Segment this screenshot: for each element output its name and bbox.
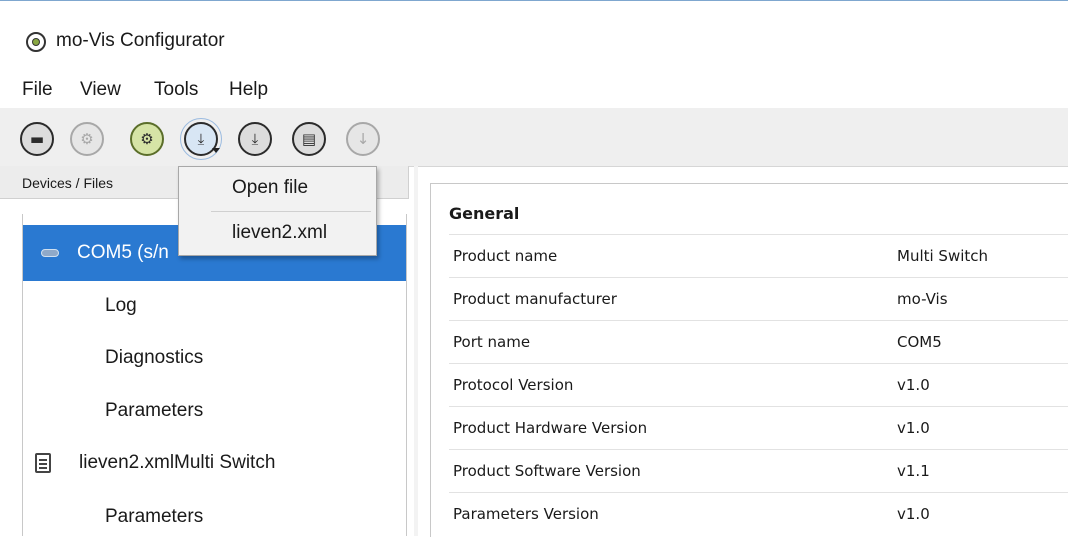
- firmware-icon: ⚙: [80, 130, 94, 148]
- gears-icon: ⚙: [140, 130, 154, 148]
- menu-view[interactable]: View: [80, 79, 121, 101]
- write-button[interactable]: ↓: [346, 122, 380, 156]
- tree-item-label: COM5 (s/n: [77, 242, 169, 263]
- document-icon: ▤: [301, 130, 317, 148]
- details-panel: General Product name Multi Switch Produc…: [430, 183, 1068, 537]
- gear-icon: [26, 32, 46, 52]
- menu-item-label: Open file: [232, 177, 309, 198]
- property-value: v1.0: [897, 505, 930, 523]
- tree-item-label: Parameters: [105, 506, 204, 527]
- file-icon: [35, 453, 51, 473]
- folder-open-icon: ▬: [29, 130, 45, 148]
- download-filter-button[interactable]: ⤓: [238, 122, 272, 156]
- menu-bar: File View Tools Help: [0, 70, 1068, 108]
- table-row: Protocol Version v1.0: [449, 363, 1068, 407]
- toolbar: ▬ ⚙ ⚙ ⤓ ⤓ ▤ ↓: [0, 108, 1068, 167]
- section-title: General: [449, 204, 520, 223]
- arrow-down-icon: ↓: [356, 130, 370, 148]
- property-name: Port name: [453, 333, 531, 351]
- table-row: Product name Multi Switch: [449, 234, 1068, 278]
- firmware-button[interactable]: ⚙: [70, 122, 104, 156]
- property-value: mo-Vis: [897, 290, 948, 308]
- table-row: Product Software Version v1.1: [449, 449, 1068, 493]
- tree-item-label: Diagnostics: [105, 347, 204, 368]
- connection-icon: [41, 249, 59, 257]
- property-name: Parameters Version: [453, 505, 599, 523]
- property-name: Protocol Version: [453, 376, 574, 394]
- load-file-dropdown: Open file lieven2.xml: [178, 166, 377, 256]
- property-name: Product manufacturer: [453, 290, 617, 308]
- property-name: Product Hardware Version: [453, 419, 648, 437]
- menu-tools[interactable]: Tools: [154, 79, 198, 101]
- device-tree: COM5 (s/n Log Diagnostics Parameters lie…: [22, 214, 407, 536]
- property-name: Product name: [453, 247, 558, 265]
- panel-title: Devices / Files: [22, 175, 114, 191]
- menu-item-open-file[interactable]: Open file: [179, 167, 376, 210]
- configure-button[interactable]: ⚙: [130, 122, 164, 156]
- title-bar: mo-Vis Configurator: [0, 0, 1068, 71]
- property-value: COM5: [897, 333, 942, 351]
- property-value: v1.0: [897, 376, 930, 394]
- tree-item-file-parameters[interactable]: Parameters: [23, 489, 406, 545]
- download-filter-icon: ⤓: [251, 130, 259, 148]
- chevron-down-icon[interactable]: [212, 148, 220, 153]
- property-value: v1.1: [897, 462, 930, 480]
- tree-item-log[interactable]: Log: [23, 278, 406, 334]
- menu-item-recent-file[interactable]: lieven2.xml: [179, 212, 376, 255]
- tree-item-label: lieven2.xmlMulti Switch: [79, 452, 276, 473]
- panel-splitter[interactable]: [414, 166, 418, 536]
- download-menu-icon: ⤓: [197, 130, 205, 148]
- table-row: Parameters Version v1.0: [449, 492, 1068, 536]
- tree-item-parameters[interactable]: Parameters: [23, 383, 406, 439]
- property-value: v1.0: [897, 419, 930, 437]
- tree-item-label: Log: [105, 295, 137, 316]
- tree-item-label: Parameters: [105, 400, 204, 421]
- table-row: Product Hardware Version v1.0: [449, 406, 1068, 450]
- open-folder-button[interactable]: ▬: [20, 122, 54, 156]
- menu-file[interactable]: File: [22, 79, 53, 101]
- menu-item-label: lieven2.xml: [232, 222, 328, 243]
- property-value: Multi Switch: [897, 247, 989, 265]
- tree-item-lieven2[interactable]: lieven2.xmlMulti Switch: [23, 435, 406, 491]
- table-row: Port name COM5: [449, 320, 1068, 364]
- tree-item-diagnostics[interactable]: Diagnostics: [23, 330, 406, 386]
- document-button[interactable]: ▤: [292, 122, 326, 156]
- menu-help[interactable]: Help: [229, 79, 268, 101]
- window-title: mo-Vis Configurator: [56, 30, 225, 51]
- table-row: Product manufacturer mo-Vis: [449, 277, 1068, 321]
- property-name: Product Software Version: [453, 462, 641, 480]
